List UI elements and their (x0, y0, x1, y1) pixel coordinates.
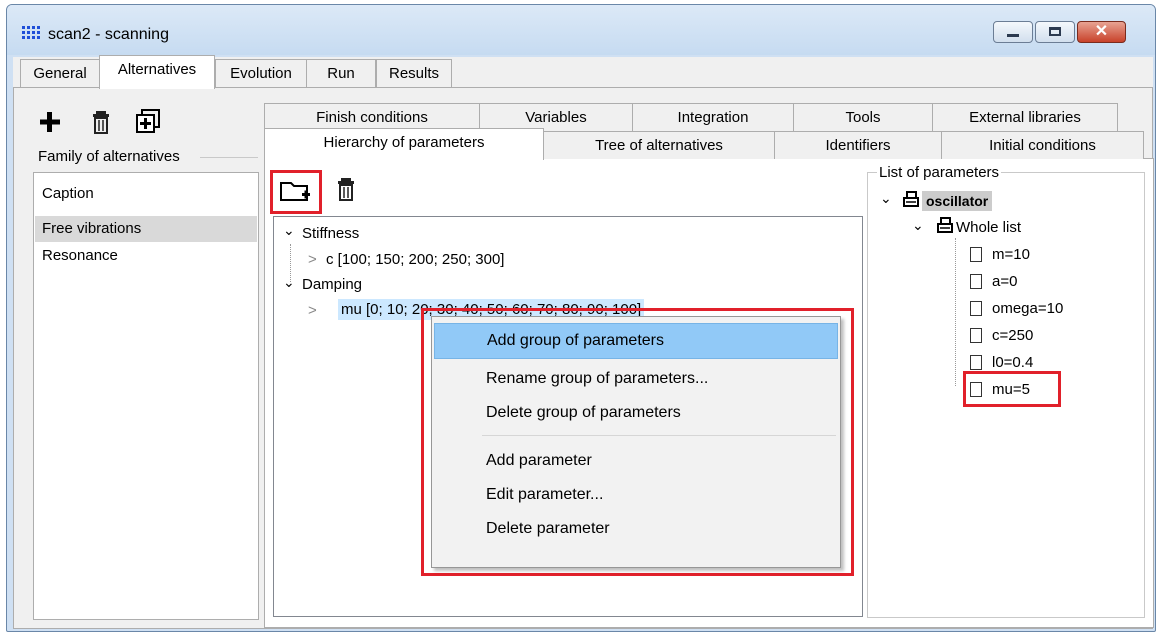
tree-item-c[interactable]: c [100; 150; 200; 250; 300] (326, 251, 504, 268)
delete-alternative-button[interactable] (92, 110, 112, 138)
tab-hierarchy-of-parameters[interactable]: Hierarchy of parameters (264, 128, 544, 160)
tree-group-damping[interactable]: Damping (302, 276, 362, 293)
close-button[interactable]: ✕ (1077, 21, 1126, 43)
plus-icon (40, 112, 60, 132)
close-icon: ✕ (1094, 23, 1109, 40)
param-item-c[interactable]: c=250 (992, 327, 1033, 344)
chevron-down-icon[interactable]: ⌄ (283, 222, 295, 239)
document-icon (970, 382, 982, 401)
document-icon (970, 301, 982, 320)
trash-icon (338, 178, 354, 201)
parameter-list-label: List of parameters (877, 164, 1002, 181)
tab-alternatives[interactable]: Alternatives (99, 55, 215, 89)
add-alternative-button[interactable] (38, 108, 62, 142)
param-item-mu[interactable]: mu=5 (992, 381, 1030, 398)
tree-group-stiffness[interactable]: Stiffness (302, 225, 359, 242)
menu-add-parameter[interactable]: Add parameter (434, 443, 838, 479)
tab-general[interactable]: General (20, 59, 100, 87)
duplicate-icon (136, 109, 160, 133)
context-menu: Add group of parameters Rename group of … (431, 316, 841, 568)
list-item[interactable]: Resonance (35, 243, 257, 269)
menu-add-group[interactable]: Add group of parameters (434, 323, 838, 359)
maximize-button[interactable] (1035, 21, 1075, 43)
minimize-button[interactable] (993, 21, 1033, 43)
menu-separator (482, 435, 836, 436)
app-icon (22, 26, 42, 42)
tab-identifiers[interactable]: Identifiers (774, 131, 942, 159)
delete-group-button[interactable] (337, 177, 357, 205)
chevron-down-icon[interactable]: ⌄ (283, 274, 295, 291)
maximize-icon (1049, 27, 1061, 36)
param-item-l0[interactable]: l0=0.4 (992, 354, 1033, 371)
printer-icon (934, 216, 956, 240)
group-divider (200, 157, 258, 158)
tree-node-whole-list[interactable]: Whole list (956, 219, 1021, 236)
window-title: scan2 - scanning (48, 26, 169, 43)
printer-icon (900, 190, 922, 214)
tab-initial-conditions[interactable]: Initial conditions (941, 131, 1144, 159)
minimize-icon (1007, 34, 1019, 37)
tab-results[interactable]: Results (376, 59, 452, 87)
family-group-label: Family of alternatives (38, 148, 180, 165)
list-item[interactable]: Caption (35, 181, 257, 207)
document-icon (970, 274, 982, 293)
tree-connector (955, 238, 957, 386)
title-bar[interactable] (7, 5, 1155, 55)
trash-icon (93, 111, 109, 134)
menu-delete-group[interactable]: Delete group of parameters (434, 395, 838, 431)
add-group-button[interactable] (279, 178, 313, 208)
tab-evolution[interactable]: Evolution (215, 59, 307, 87)
tab-external-libraries[interactable]: External libraries (932, 103, 1118, 131)
tree-root-oscillator[interactable]: oscillator (922, 191, 993, 211)
tab-tools[interactable]: Tools (793, 103, 933, 131)
chevron-down-icon[interactable]: ⌄ (880, 190, 892, 207)
new-folder-icon (280, 182, 310, 201)
menu-delete-parameter[interactable]: Delete parameter (434, 511, 838, 547)
alternatives-list[interactable]: Caption Free vibrations Resonance (33, 172, 259, 620)
tab-variables[interactable]: Variables (479, 103, 633, 131)
param-item-m[interactable]: m=10 (992, 246, 1030, 263)
copy-alternative-button[interactable] (135, 109, 161, 139)
list-item-selected[interactable]: Free vibrations (35, 216, 257, 242)
param-item-a[interactable]: a=0 (992, 273, 1017, 290)
chevron-right-icon[interactable]: > (308, 251, 317, 268)
menu-edit-parameter[interactable]: Edit parameter... (434, 477, 838, 513)
chevron-down-icon[interactable]: ⌄ (912, 217, 924, 234)
document-icon (970, 247, 982, 266)
document-icon (970, 328, 982, 347)
tab-run[interactable]: Run (306, 59, 376, 87)
menu-rename-group[interactable]: Rename group of parameters... (434, 361, 838, 397)
chevron-right-icon[interactable]: > (308, 302, 317, 319)
tab-tree-of-alternatives[interactable]: Tree of alternatives (543, 131, 775, 159)
tab-finish-conditions[interactable]: Finish conditions (264, 103, 480, 131)
param-item-omega[interactable]: omega=10 (992, 300, 1063, 317)
tab-integration[interactable]: Integration (632, 103, 794, 131)
